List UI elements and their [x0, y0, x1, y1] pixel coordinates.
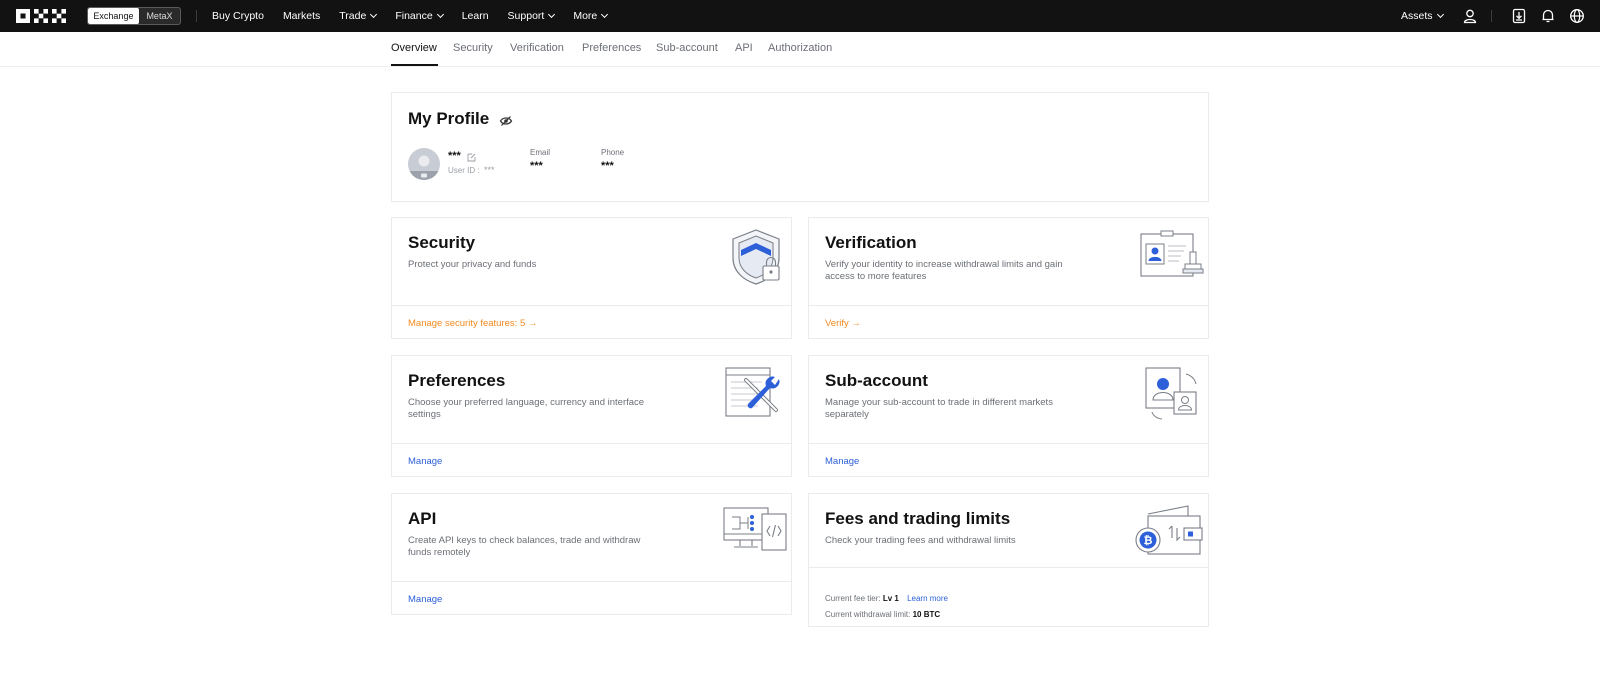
card-description: Verify your identity to increase withdra…: [825, 259, 1063, 282]
chevron-down-icon: [1436, 10, 1444, 19]
assets-menu[interactable]: Assets: [1401, 10, 1444, 22]
card-title: Fees and trading limits: [825, 509, 1011, 528]
chevron-down-icon: [601, 10, 609, 19]
card-description: Create API keys to check balances, trade…: [408, 535, 641, 558]
manage-sub-account-link[interactable]: Manage: [825, 456, 859, 467]
nav-markets[interactable]: Markets: [283, 10, 320, 22]
card-title: API: [408, 509, 437, 528]
phone-value: ***: [601, 160, 614, 172]
phone-label: Phone: [601, 148, 625, 157]
card-divider: [392, 581, 791, 582]
user-icon[interactable]: [1462, 8, 1478, 24]
user-id-label: User ID :: [448, 166, 480, 175]
email-label: Email: [530, 148, 551, 157]
chevron-down-icon: [436, 10, 444, 19]
card-description: Choose your preferred language, currency…: [408, 397, 645, 420]
tab-preferences[interactable]: Preferences: [582, 42, 641, 54]
card-divider: [809, 305, 1208, 306]
nav-divider: [1491, 10, 1492, 22]
avatar[interactable]: [408, 148, 440, 180]
nav-label: Markets: [282, 10, 321, 22]
tab-sub-account[interactable]: Sub-account: [656, 42, 718, 54]
security-card: Security Protect your privacy and funds …: [391, 217, 792, 339]
card-title: Verification: [825, 233, 917, 252]
verify-link[interactable]: Verify →: [825, 318, 861, 329]
main-nav-links: Buy Crypto Markets Trade Finance Learn S…: [212, 0, 626, 32]
nav-buy-crypto[interactable]: Buy Crypto: [212, 10, 264, 22]
username: ***: [448, 150, 461, 162]
nav-support[interactable]: Support: [507, 10, 556, 22]
nav-finance[interactable]: Finance: [395, 10, 444, 22]
learn-more-link[interactable]: Learn more: [907, 594, 948, 603]
tab-verification[interactable]: Verification: [510, 42, 564, 54]
download-icon[interactable]: [1511, 8, 1527, 24]
id-card-stamp-icon: [1140, 230, 1204, 277]
bell-icon[interactable]: [1540, 8, 1556, 24]
card-title: Preferences: [408, 371, 506, 390]
nav-more[interactable]: More: [573, 10, 609, 22]
active-tab-indicator: [391, 64, 438, 66]
api-monitor-code-icon: [723, 507, 787, 551]
account-subnav: Overview Security Verification Preferenc…: [0, 32, 1600, 67]
api-card: API Create API keys to check balances, t…: [391, 493, 792, 615]
profile-card: My Profile *** User ID : *** Email *** P…: [391, 92, 1209, 202]
nav-divider: [196, 10, 197, 22]
metax-toggle[interactable]: MetaX: [139, 8, 180, 24]
manage-api-link[interactable]: Manage: [408, 594, 442, 605]
nav-label: Finance: [395, 10, 433, 22]
nav-label: More: [573, 10, 598, 22]
nav-label: Support: [507, 10, 545, 22]
exchange-toggle[interactable]: Exchange: [88, 8, 139, 24]
manage-preferences-link[interactable]: Manage: [408, 456, 442, 467]
withdrawal-limit-label: Current withdrawal limit:: [825, 610, 911, 619]
withdrawal-limit-value: 10 BTC: [912, 610, 941, 619]
fee-tier-label: Current fee tier:: [825, 594, 881, 603]
card-divider: [392, 305, 791, 306]
card-title: Security: [408, 233, 476, 252]
edit-icon[interactable]: [467, 153, 476, 162]
wallet-bitcoin-icon: ₿: [1135, 505, 1203, 555]
card-description: Manage your sub-account to trade in diff…: [825, 397, 1053, 420]
tab-authorization[interactable]: Authorization: [768, 42, 832, 54]
tab-security[interactable]: Security: [453, 42, 493, 54]
preferences-card: Preferences Choose your preferred langua…: [391, 355, 792, 477]
verification-card: Verification Verify your identity to inc…: [808, 217, 1209, 339]
user-id-value: ***: [484, 165, 495, 175]
globe-icon[interactable]: [1569, 8, 1585, 24]
nav-label: Buy Crypto: [212, 10, 264, 22]
hide-eye-icon[interactable]: [499, 114, 513, 128]
nav-trade[interactable]: Trade: [339, 10, 378, 22]
card-divider: [809, 443, 1208, 444]
nav-label: Trade: [339, 10, 367, 22]
tab-api[interactable]: API: [735, 42, 753, 54]
sub-account-users-icon: [1145, 367, 1197, 420]
avatar-placeholder-icon: [408, 155, 440, 180]
nav-learn[interactable]: Learn: [462, 10, 489, 22]
chevron-down-icon: [548, 10, 556, 19]
card-description: Check your trading fees and withdrawal l…: [825, 535, 1016, 546]
exchange-metax-switch: Exchange MetaX: [87, 7, 181, 25]
email-value: ***: [530, 160, 543, 172]
tab-overview[interactable]: Overview: [391, 42, 437, 54]
fee-tier-row: Current fee tier: Lv 1 Learn more: [825, 594, 948, 603]
svg-text:₿: ₿: [1144, 534, 1153, 547]
fee-tier-value: Lv 1: [882, 594, 899, 603]
card-description: Protect your privacy and funds: [408, 259, 537, 270]
chevron-down-icon: [370, 10, 378, 19]
sub-account-card: Sub-account Manage your sub-account to t…: [808, 355, 1209, 477]
nav-label: Learn: [461, 10, 489, 22]
page-title: My Profile: [408, 109, 490, 128]
fees-card: Fees and trading limits Check your tradi…: [808, 493, 1209, 627]
manage-security-link[interactable]: Manage security features: 5 →: [408, 318, 537, 329]
assets-label: Assets: [1401, 10, 1433, 22]
top-navbar: Exchange MetaX Buy Crypto Markets Trade …: [0, 0, 1600, 32]
withdrawal-limit-row: Current withdrawal limit: 10 BTC: [825, 610, 940, 619]
card-title: Sub-account: [825, 371, 928, 390]
okx-logo[interactable]: [16, 9, 70, 23]
card-divider: [392, 443, 791, 444]
shield-lock-icon: [732, 229, 780, 285]
card-divider: [809, 567, 1208, 568]
settings-tools-icon: [725, 367, 780, 417]
